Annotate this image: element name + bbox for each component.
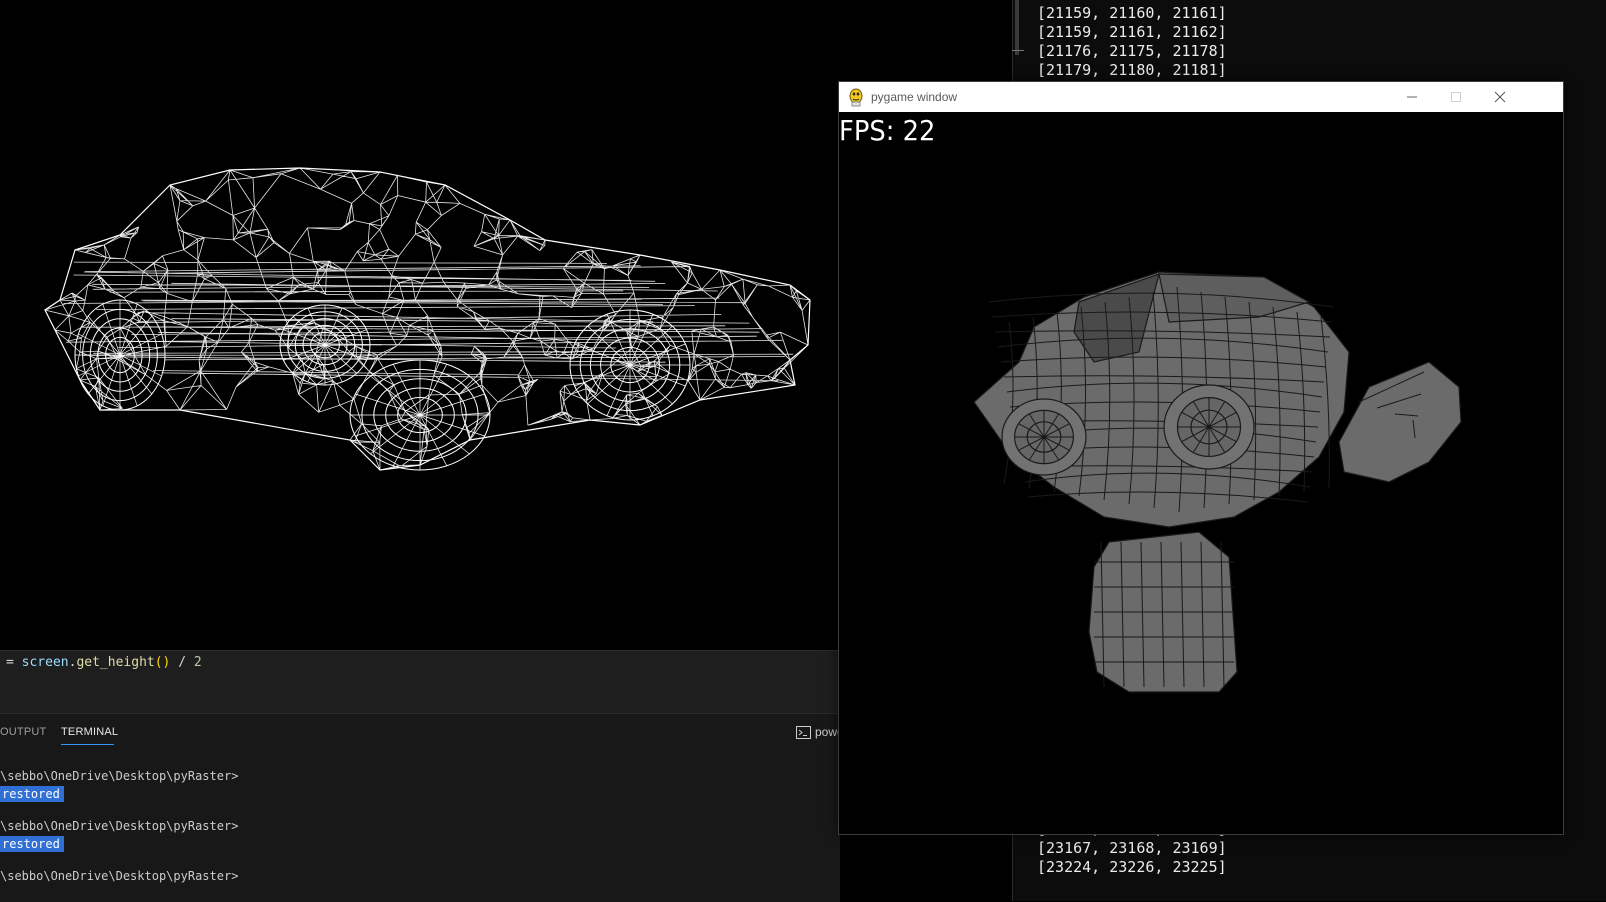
terminal-prompt-line: \sebbo\OneDrive\Desktop\pyRaster> — [0, 819, 239, 833]
terminal-prompt-line: \sebbo\OneDrive\Desktop\pyRaster> — [0, 769, 239, 783]
window-title: pygame window — [871, 90, 958, 104]
monkey-mesh-render — [973, 271, 1462, 693]
monkey-head — [973, 271, 1350, 528]
wireframe-car-render — [0, 0, 840, 650]
console-scroll-marker — [1012, 50, 1024, 51]
code-token-eq: = — [6, 655, 22, 670]
monkey-eye — [1163, 384, 1255, 470]
car-wheel — [74, 299, 166, 411]
code-token-num: 2 — [193, 655, 202, 670]
maximize-icon[interactable] — [1439, 87, 1473, 107]
console-line: [21176, 21175, 21178] — [1037, 42, 1227, 60]
console-line: [21159, 21161, 21162] — [1037, 23, 1227, 41]
console-scrollbar-thumb[interactable] — [1015, 0, 1019, 55]
code-token-var: screen — [21, 655, 69, 670]
code-token-fn: get_height — [76, 655, 155, 670]
code-line: = screen.get_height() / 2 — [6, 655, 202, 670]
terminal-shell-selector[interactable]: powe — [796, 725, 844, 739]
pygame-window[interactable]: pygame window FPS: 22 — [838, 81, 1564, 835]
tab-output[interactable]: OUTPUT — [0, 726, 46, 738]
bottom-panel: OUTPUT TERMINAL powe \sebbo\OneDrive\Des… — [0, 713, 844, 902]
car-wheel — [349, 359, 491, 471]
console-line: [23167, 23168, 23169] — [1037, 839, 1227, 857]
terminal-prompt-line: \sebbo\OneDrive\Desktop\pyRaster> — [0, 869, 239, 883]
code-token-op: / — [170, 655, 194, 670]
pygame-snake-icon — [849, 88, 863, 107]
car-wheel — [279, 304, 371, 386]
terminal-status-badge: restored — [0, 786, 64, 802]
fps-counter: FPS: 22 — [839, 114, 936, 147]
code-editor[interactable]: = screen.get_height() / 2 — [0, 650, 840, 714]
terminal-icon — [796, 725, 811, 739]
monkey-eye — [1001, 398, 1087, 476]
minimize-icon[interactable] — [1395, 87, 1429, 107]
monkey-ear — [1338, 361, 1462, 483]
console-line: [21159, 21160, 21161] — [1037, 4, 1227, 22]
console-line: [21179, 21180, 21181] — [1037, 61, 1227, 79]
close-icon[interactable] — [1483, 87, 1517, 107]
active-tab-indicator — [61, 744, 114, 745]
terminal-status-badge: restored — [0, 836, 64, 852]
console-line: [23224, 23226, 23225] — [1037, 858, 1227, 876]
code-token-parens: () — [154, 655, 171, 670]
car-wheel — [569, 309, 691, 421]
car-wireframe-lines — [44, 167, 811, 471]
pygame-canvas[interactable]: FPS: 22 — [839, 112, 1563, 834]
window-titlebar[interactable]: pygame window — [839, 82, 1563, 112]
tab-terminal[interactable]: TERMINAL — [61, 726, 118, 738]
